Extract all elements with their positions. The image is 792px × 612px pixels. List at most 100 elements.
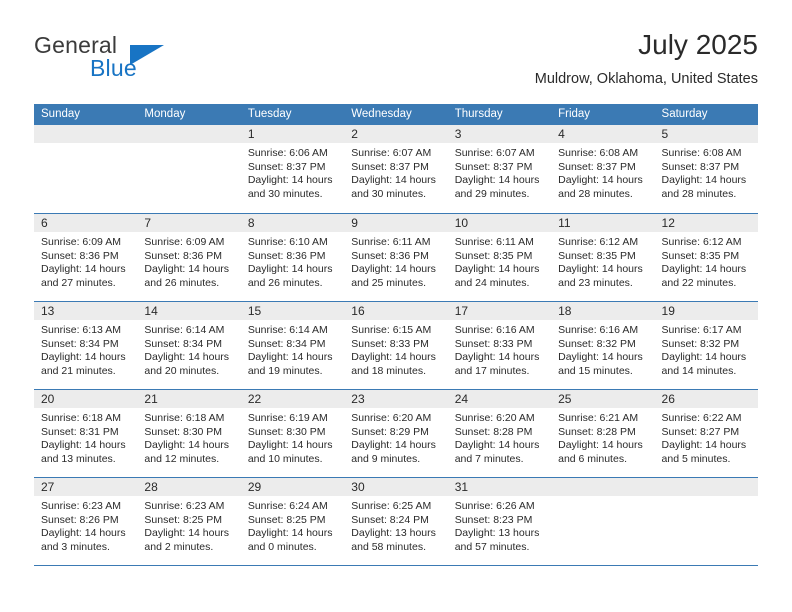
sunrise-text: Sunrise: 6:20 AM	[454, 412, 535, 424]
day-cell[interactable]: 28 Sunrise: 6:23 AM Sunset: 8:25 PM Dayl…	[137, 478, 241, 565]
day-cell[interactable]	[654, 478, 758, 565]
daylight-text-line2: and 28 minutes.	[661, 187, 737, 200]
day-info: Sunrise: 6:08 AM Sunset: 8:37 PM Dayligh…	[655, 143, 758, 201]
day-cell[interactable]: 25 Sunrise: 6:21 AM Sunset: 8:28 PM Dayl…	[551, 390, 655, 477]
day-info: Sunrise: 6:25 AM Sunset: 8:24 PM Dayligh…	[344, 496, 447, 554]
sunrise-text: Sunrise: 6:14 AM	[144, 324, 225, 336]
sunset-text: Sunset: 8:30 PM	[144, 425, 223, 438]
day-number: 19	[661, 304, 675, 318]
day-info: Sunrise: 6:23 AM Sunset: 8:25 PM Dayligh…	[137, 496, 240, 554]
title-block: July 2025 Muldrow, Oklahoma, United Stat…	[535, 28, 758, 88]
day-cell[interactable]: 20 Sunrise: 6:18 AM Sunset: 8:31 PM Dayl…	[34, 390, 138, 477]
day-number-band: 24	[447, 390, 552, 408]
day-cell[interactable]: 21 Sunrise: 6:18 AM Sunset: 8:30 PM Dayl…	[137, 390, 241, 477]
day-number-band: 31	[447, 478, 552, 496]
day-cell[interactable]: 15 Sunrise: 6:14 AM Sunset: 8:34 PM Dayl…	[240, 302, 345, 389]
day-cell[interactable]: 9 Sunrise: 6:11 AM Sunset: 8:36 PM Dayli…	[344, 214, 448, 301]
day-cell[interactable]	[34, 125, 138, 213]
day-cell[interactable]	[137, 125, 241, 213]
day-cell[interactable]: 3 Sunrise: 6:07 AM Sunset: 8:37 PM Dayli…	[447, 125, 552, 213]
sunrise-text: Sunrise: 6:12 AM	[661, 236, 742, 248]
calendar-week-row: 13 Sunrise: 6:13 AM Sunset: 8:34 PM Dayl…	[34, 301, 758, 389]
day-cell[interactable]: 12 Sunrise: 6:12 AM Sunset: 8:35 PM Dayl…	[654, 214, 758, 301]
daylight-text-line2: and 29 minutes.	[454, 187, 530, 200]
daylight-text-line1: Daylight: 13 hours	[351, 527, 436, 540]
day-cell[interactable]: 29 Sunrise: 6:24 AM Sunset: 8:25 PM Dayl…	[240, 478, 345, 565]
day-cell[interactable]: 11 Sunrise: 6:12 AM Sunset: 8:35 PM Dayl…	[551, 214, 655, 301]
daylight-text-line1: Daylight: 14 hours	[144, 351, 230, 364]
day-cell[interactable]: 1 Sunrise: 6:06 AM Sunset: 8:37 PM Dayli…	[240, 125, 345, 213]
day-cell[interactable]: 24 Sunrise: 6:20 AM Sunset: 8:28 PM Dayl…	[447, 390, 552, 477]
day-number: 5	[661, 127, 669, 141]
daylight-text-line1: Daylight: 14 hours	[558, 351, 643, 364]
daylight-text-line2: and 17 minutes.	[454, 364, 530, 377]
day-cell[interactable]: 18 Sunrise: 6:16 AM Sunset: 8:32 PM Dayl…	[551, 302, 655, 389]
daylight-text-line1: Daylight: 14 hours	[454, 351, 540, 364]
day-cell[interactable]: 16 Sunrise: 6:15 AM Sunset: 8:33 PM Dayl…	[344, 302, 448, 389]
day-number-band: 3	[447, 125, 552, 143]
day-info: Sunrise: 6:14 AM Sunset: 8:34 PM Dayligh…	[137, 320, 240, 378]
day-cell[interactable]: 14 Sunrise: 6:14 AM Sunset: 8:34 PM Dayl…	[137, 302, 241, 389]
day-cell[interactable]: 4 Sunrise: 6:08 AM Sunset: 8:37 PM Dayli…	[551, 125, 655, 213]
calendar-table: Sunday Monday Tuesday Wednesday Thursday…	[34, 104, 758, 566]
day-number: 14	[144, 304, 158, 318]
weekday-header-friday: Friday	[558, 108, 591, 120]
day-cell[interactable]: 17 Sunrise: 6:16 AM Sunset: 8:33 PM Dayl…	[447, 302, 552, 389]
day-info: Sunrise: 6:14 AM Sunset: 8:34 PM Dayligh…	[241, 320, 344, 378]
day-cell[interactable]: 23 Sunrise: 6:20 AM Sunset: 8:29 PM Dayl…	[344, 390, 448, 477]
day-cell[interactable]: 8 Sunrise: 6:10 AM Sunset: 8:36 PM Dayli…	[240, 214, 345, 301]
day-number: 12	[661, 216, 675, 230]
daylight-text-line2: and 23 minutes.	[558, 276, 633, 289]
day-cell[interactable]: 31 Sunrise: 6:26 AM Sunset: 8:23 PM Dayl…	[447, 478, 552, 565]
daylight-text-line2: and 10 minutes.	[247, 452, 323, 465]
daylight-text-line2: and 18 minutes.	[351, 364, 426, 377]
day-cell[interactable]: 13 Sunrise: 6:13 AM Sunset: 8:34 PM Dayl…	[34, 302, 138, 389]
day-cell[interactable]: 26 Sunrise: 6:22 AM Sunset: 8:27 PM Dayl…	[654, 390, 758, 477]
day-info: Sunrise: 6:09 AM Sunset: 8:36 PM Dayligh…	[34, 232, 137, 290]
daylight-text-line2: and 26 minutes.	[144, 276, 220, 289]
day-cell[interactable]: 6 Sunrise: 6:09 AM Sunset: 8:36 PM Dayli…	[34, 214, 138, 301]
daylight-text-line1: Daylight: 14 hours	[41, 439, 126, 452]
day-info: Sunrise: 6:07 AM Sunset: 8:37 PM Dayligh…	[448, 143, 551, 201]
day-cell[interactable]: 19 Sunrise: 6:17 AM Sunset: 8:32 PM Dayl…	[654, 302, 758, 389]
daylight-text-line2: and 24 minutes.	[454, 276, 530, 289]
day-cell[interactable]: 7 Sunrise: 6:09 AM Sunset: 8:36 PM Dayli…	[137, 214, 241, 301]
sunrise-text: Sunrise: 6:07 AM	[351, 147, 432, 159]
daylight-text-line1: Daylight: 14 hours	[144, 263, 230, 276]
day-cell[interactable]: 30 Sunrise: 6:25 AM Sunset: 8:24 PM Dayl…	[344, 478, 448, 565]
sunset-text: Sunset: 8:37 PM	[351, 160, 429, 173]
daylight-text-line1: Daylight: 14 hours	[247, 174, 333, 187]
sunrise-text: Sunrise: 6:17 AM	[661, 324, 742, 336]
day-number-band	[137, 125, 241, 143]
day-number: 13	[41, 304, 55, 318]
daylight-text-line2: and 28 minutes.	[558, 187, 633, 200]
daylight-text-line1: Daylight: 14 hours	[661, 174, 747, 187]
day-cell[interactable]: 10 Sunrise: 6:11 AM Sunset: 8:35 PM Dayl…	[447, 214, 552, 301]
day-number-band	[34, 125, 138, 143]
day-info: Sunrise: 6:15 AM Sunset: 8:33 PM Dayligh…	[344, 320, 447, 378]
day-number: 25	[558, 392, 572, 406]
sunrise-text: Sunrise: 6:11 AM	[351, 236, 431, 248]
day-cell[interactable]: 2 Sunrise: 6:07 AM Sunset: 8:37 PM Dayli…	[344, 125, 448, 213]
sunrise-text: Sunrise: 6:09 AM	[144, 236, 225, 248]
brand-logo[interactable]: General Blue	[34, 32, 264, 88]
daylight-text-line2: and 5 minutes.	[661, 452, 731, 465]
day-number-band: 4	[551, 125, 655, 143]
day-cell[interactable]: 27 Sunrise: 6:23 AM Sunset: 8:26 PM Dayl…	[34, 478, 138, 565]
day-number: 8	[247, 216, 255, 230]
day-number-band: 5	[654, 125, 758, 143]
day-cell[interactable]: 5 Sunrise: 6:08 AM Sunset: 8:37 PM Dayli…	[654, 125, 758, 213]
day-cell[interactable]: 22 Sunrise: 6:19 AM Sunset: 8:30 PM Dayl…	[240, 390, 345, 477]
sunset-text: Sunset: 8:36 PM	[41, 249, 119, 262]
day-number	[34, 127, 41, 141]
day-number: 11	[558, 216, 571, 230]
day-number: 23	[351, 392, 365, 406]
day-info: Sunrise: 6:12 AM Sunset: 8:35 PM Dayligh…	[655, 232, 758, 290]
day-number: 7	[144, 216, 152, 230]
daylight-text-line1: Daylight: 14 hours	[41, 263, 126, 276]
day-number-band: 15	[240, 302, 345, 320]
calendar-week-row: 27 Sunrise: 6:23 AM Sunset: 8:26 PM Dayl…	[34, 477, 758, 566]
weekday-header-wednesday: Wednesday	[351, 108, 412, 120]
day-number: 15	[247, 304, 262, 318]
day-cell[interactable]	[551, 478, 655, 565]
